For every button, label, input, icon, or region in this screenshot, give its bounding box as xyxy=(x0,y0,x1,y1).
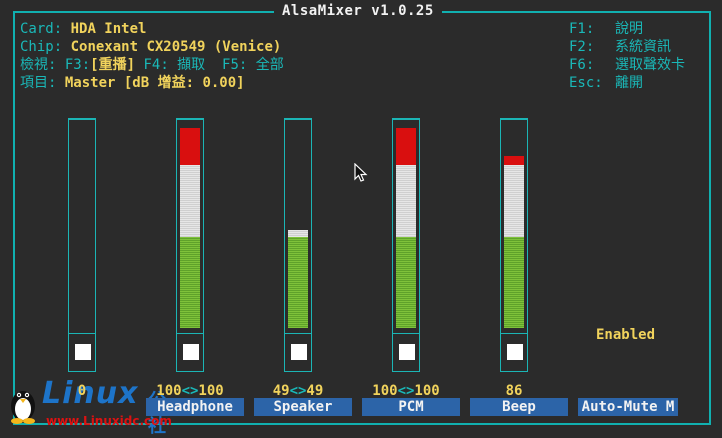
meter-green-segment xyxy=(396,237,416,328)
key-row-select-card[interactable]: F6: 選取聲效卡 xyxy=(569,56,685,74)
key-f6-label: 選取聲效卡 xyxy=(615,57,685,73)
mute-indicator xyxy=(399,344,415,360)
view-f4-capture[interactable]: F4: 擷取 xyxy=(143,57,205,73)
stereo-arrows: <> xyxy=(181,383,199,399)
chip-row: Chip: Conexant CX20549 (Venice) xyxy=(20,38,284,56)
help-keys: F1: 說明 F2: 系統資訊 F6: 選取聲效卡 Esc: 離開 xyxy=(569,20,685,92)
volume-left: 100 xyxy=(156,383,182,399)
item-value: Master [dB 增益: 0.00] xyxy=(64,75,245,91)
meter-red-segment xyxy=(396,128,416,165)
key-f6: F6: xyxy=(569,57,595,73)
chip-value: Conexant CX20549 (Venice) xyxy=(70,39,282,55)
key-f1: F1: xyxy=(569,21,595,37)
volume-meter[interactable] xyxy=(176,118,204,334)
volume-value: 86 xyxy=(494,383,534,399)
card-value: HDA Intel xyxy=(70,21,147,37)
channel-name-auto-mute-mode[interactable]: Auto-Mute M xyxy=(578,398,678,416)
volume-value: 100<>100 xyxy=(145,383,235,399)
volume-left: 49 xyxy=(272,383,290,399)
key-f2-label: 系統資訊 xyxy=(615,39,671,55)
volume-right: 49 xyxy=(306,383,324,399)
stereo-arrows: <> xyxy=(397,383,415,399)
info-panel: Card: HDA Intel Chip: Conexant CX20549 (… xyxy=(20,20,284,92)
volume-meter[interactable] xyxy=(500,118,528,334)
volume-left: 86 xyxy=(505,383,523,399)
penguin-logo-icon xyxy=(11,391,35,424)
mute-toggle[interactable] xyxy=(392,334,420,372)
card-row: Card: HDA Intel xyxy=(20,20,284,38)
mute-indicator xyxy=(75,344,91,360)
mute-indicator xyxy=(507,344,523,360)
key-row-system-info[interactable]: F2: 系統資訊 xyxy=(569,38,685,56)
view-f5-all[interactable]: F5: 全部 xyxy=(222,57,284,73)
meter-green-segment xyxy=(288,237,308,328)
channel-name-headphone[interactable]: Headphone xyxy=(146,398,244,416)
key-esc: Esc: xyxy=(569,75,603,91)
auto-mute-value[interactable]: Enabled xyxy=(596,327,655,343)
mute-toggle[interactable] xyxy=(68,334,96,372)
volume-meter[interactable] xyxy=(392,118,420,334)
meter-white-segment xyxy=(396,165,416,237)
view-f3-playback[interactable]: [重播] xyxy=(90,57,135,73)
volume-left: 0 xyxy=(77,383,87,399)
mute-toggle[interactable] xyxy=(500,334,528,372)
meter-green-segment xyxy=(180,237,200,328)
volume-meter[interactable] xyxy=(284,118,312,334)
card-label: Card: xyxy=(20,21,63,37)
view-row: 檢視: F3:[重播] F4: 擷取 F5: 全部 xyxy=(20,56,284,74)
key-row-exit[interactable]: Esc: 離開 xyxy=(569,74,685,92)
channel-name-beep[interactable]: Beep xyxy=(470,398,568,416)
channel-name-speaker[interactable]: Speaker xyxy=(254,398,352,416)
chip-label: Chip: xyxy=(20,39,63,55)
view-label: 檢視: xyxy=(20,57,57,73)
key-f1-label: 說明 xyxy=(615,21,643,37)
mute-toggle[interactable] xyxy=(176,334,204,372)
key-esc-label: 離開 xyxy=(615,75,643,91)
meter-white-segment xyxy=(504,165,524,237)
meter-white-segment xyxy=(288,230,308,237)
volume-value: 100<>100 xyxy=(361,383,451,399)
meter-red-segment xyxy=(180,128,200,165)
stereo-arrows: <> xyxy=(289,383,307,399)
view-f3-key[interactable]: F3: xyxy=(65,57,90,73)
volume-meter[interactable] xyxy=(68,118,96,334)
volume-value: 49<>49 xyxy=(253,383,343,399)
volume-value: 0 xyxy=(62,383,102,399)
volume-left: 100 xyxy=(372,383,398,399)
item-label: 項目: xyxy=(20,75,57,91)
meter-red-segment xyxy=(504,156,524,165)
mute-indicator xyxy=(183,344,199,360)
key-row-help[interactable]: F1: 說明 xyxy=(569,20,685,38)
meter-green-segment xyxy=(504,237,524,328)
watermark-url: www.Linuxidc.com xyxy=(46,414,172,428)
window-title: AlsaMixer v1.0.25 xyxy=(274,3,442,19)
mouse-pointer-icon xyxy=(354,163,368,182)
item-row: 項目: Master [dB 增益: 0.00] xyxy=(20,74,284,92)
channel-name-pcm[interactable]: PCM xyxy=(362,398,460,416)
key-f2: F2: xyxy=(569,39,595,55)
meter-white-segment xyxy=(180,165,200,237)
volume-right: 100 xyxy=(414,383,440,399)
mute-indicator xyxy=(291,344,307,360)
volume-right: 100 xyxy=(198,383,224,399)
mute-toggle[interactable] xyxy=(284,334,312,372)
